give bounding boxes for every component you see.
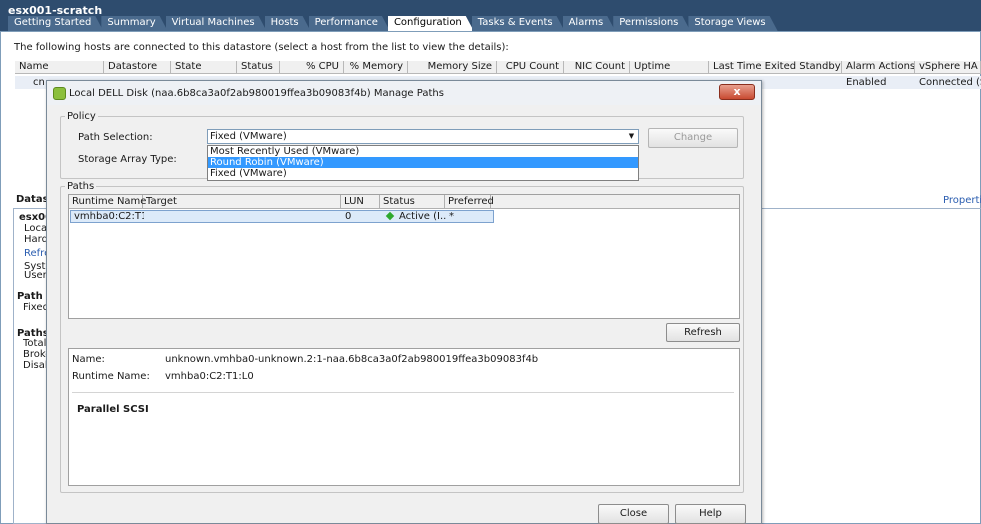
change-button[interactable]: Change (648, 128, 738, 148)
intro-text: The following hosts are connected to thi… (14, 42, 509, 53)
tab-storage-views[interactable]: Storage Views (688, 16, 777, 31)
col-target[interactable]: Target (143, 195, 341, 208)
adapter-type: Parallel SCSI (77, 404, 149, 415)
col-status[interactable]: Status (380, 195, 445, 208)
col-nic-count[interactable]: NIC Count (564, 61, 630, 73)
name-value: unknown.vmhba0-unknown.2:1-naa.6b8ca3a0f… (165, 354, 539, 365)
ha-state-cell: Connected (Sla (919, 77, 981, 88)
paths-table-header: Runtime Name Target LUN Status Preferred (69, 195, 739, 209)
storage-array-type-label: Storage Array Type: (78, 154, 177, 165)
paths-legend: Paths (67, 181, 95, 192)
path-selection-options: Most Recently Used (VMware) Round Robin … (207, 145, 639, 181)
col-memory[interactable]: % Memory (344, 61, 408, 73)
runtime-name-label: Runtime Name: (72, 371, 150, 382)
lun-cell: 0 (345, 211, 352, 222)
option-round-robin[interactable]: Round Robin (VMware) (208, 157, 638, 168)
col-status[interactable]: Status (237, 61, 280, 73)
runtime-name-value: vmhba0:C2:T1:L0 (165, 371, 254, 382)
col-datastore[interactable]: Datastore (104, 61, 171, 73)
dialog-title: Local DELL Disk (naa.6b8ca3a0f2ab980019f… (69, 88, 444, 99)
path-selection-value: Fixed (VMware) (210, 131, 287, 142)
col-runtime-name[interactable]: Runtime Name (69, 195, 146, 208)
col-memory-size[interactable]: Memory Size (408, 61, 497, 73)
tab-permissions[interactable]: Permissions (613, 16, 690, 31)
paths-table: Runtime Name Target LUN Status Preferred… (68, 194, 740, 319)
active-status-icon (385, 211, 395, 221)
path-selection-label: Path Selection: (78, 132, 153, 143)
preferred-cell: * (449, 211, 454, 222)
details-panel-divider (760, 208, 981, 209)
runtime-name-cell: vmhba0:C2:T1... (74, 211, 144, 222)
tab-summary[interactable]: Summary (101, 16, 167, 31)
name-label: Name: (72, 354, 105, 365)
divider (72, 392, 734, 393)
dialog-title-bar[interactable]: Local DELL Disk (naa.6b8ca3a0f2ab980019f… (47, 81, 761, 105)
path-details-panel: Name: unknown.vmhba0-unknown.2:1-naa.6b8… (68, 348, 740, 486)
col-alarm-actions[interactable]: Alarm Actions (842, 61, 915, 73)
tab-configuration[interactable]: Configuration (388, 16, 474, 31)
option-most-recently-used[interactable]: Most Recently Used (VMware) (208, 146, 638, 157)
status-cell: Active (I... (399, 211, 446, 222)
disk-icon (53, 87, 66, 100)
col-preferred[interactable]: Preferred (445, 195, 494, 208)
window-title-bar: esx001-scratch Getting Started Summary V… (0, 0, 981, 31)
table-row[interactable]: vmhba0:C2:T1... 0 Active (I... * (70, 210, 494, 223)
tab-performance[interactable]: Performance (309, 16, 390, 31)
tab-hosts[interactable]: Hosts (265, 16, 311, 31)
col-ha-state[interactable]: vSphere HA Sta (915, 61, 981, 73)
tab-getting-started[interactable]: Getting Started (8, 16, 103, 31)
col-lun[interactable]: LUN (341, 195, 380, 208)
close-icon[interactable]: x (719, 84, 755, 100)
col-uptime[interactable]: Uptime (630, 61, 709, 73)
properties-link[interactable]: Propertie (943, 195, 981, 206)
col-last-exited-standby[interactable]: Last Time Exited Standby (709, 61, 842, 73)
refresh-button[interactable]: Refresh (666, 323, 740, 342)
chevron-down-icon[interactable]: ▼ (626, 131, 637, 142)
tab-tasks-events[interactable]: Tasks & Events (472, 16, 565, 31)
path-heading: Path (17, 291, 43, 302)
policy-legend: Policy (67, 111, 96, 122)
tab-alarms[interactable]: Alarms (563, 16, 616, 31)
col-cpu[interactable]: % CPU (280, 61, 344, 73)
col-cpu-count[interactable]: CPU Count (497, 61, 564, 73)
col-state[interactable]: State (171, 61, 237, 73)
tab-bar: Getting Started Summary Virtual Machines… (8, 16, 776, 31)
col-name[interactable]: Name (15, 61, 104, 73)
tab-virtual-machines[interactable]: Virtual Machines (166, 16, 267, 31)
alarm-actions-cell: Enabled (846, 77, 887, 88)
close-button[interactable]: Close (598, 504, 669, 524)
option-fixed[interactable]: Fixed (VMware) (208, 168, 638, 179)
path-selection-dropdown[interactable]: Fixed (VMware) ▼ (207, 129, 639, 144)
target-cell (144, 211, 342, 222)
manage-paths-dialog: Local DELL Disk (naa.6b8ca3a0f2ab980019f… (46, 80, 762, 524)
help-button[interactable]: Help (675, 504, 746, 524)
host-table-header: Name Datastore State Status % CPU % Memo… (15, 61, 981, 74)
